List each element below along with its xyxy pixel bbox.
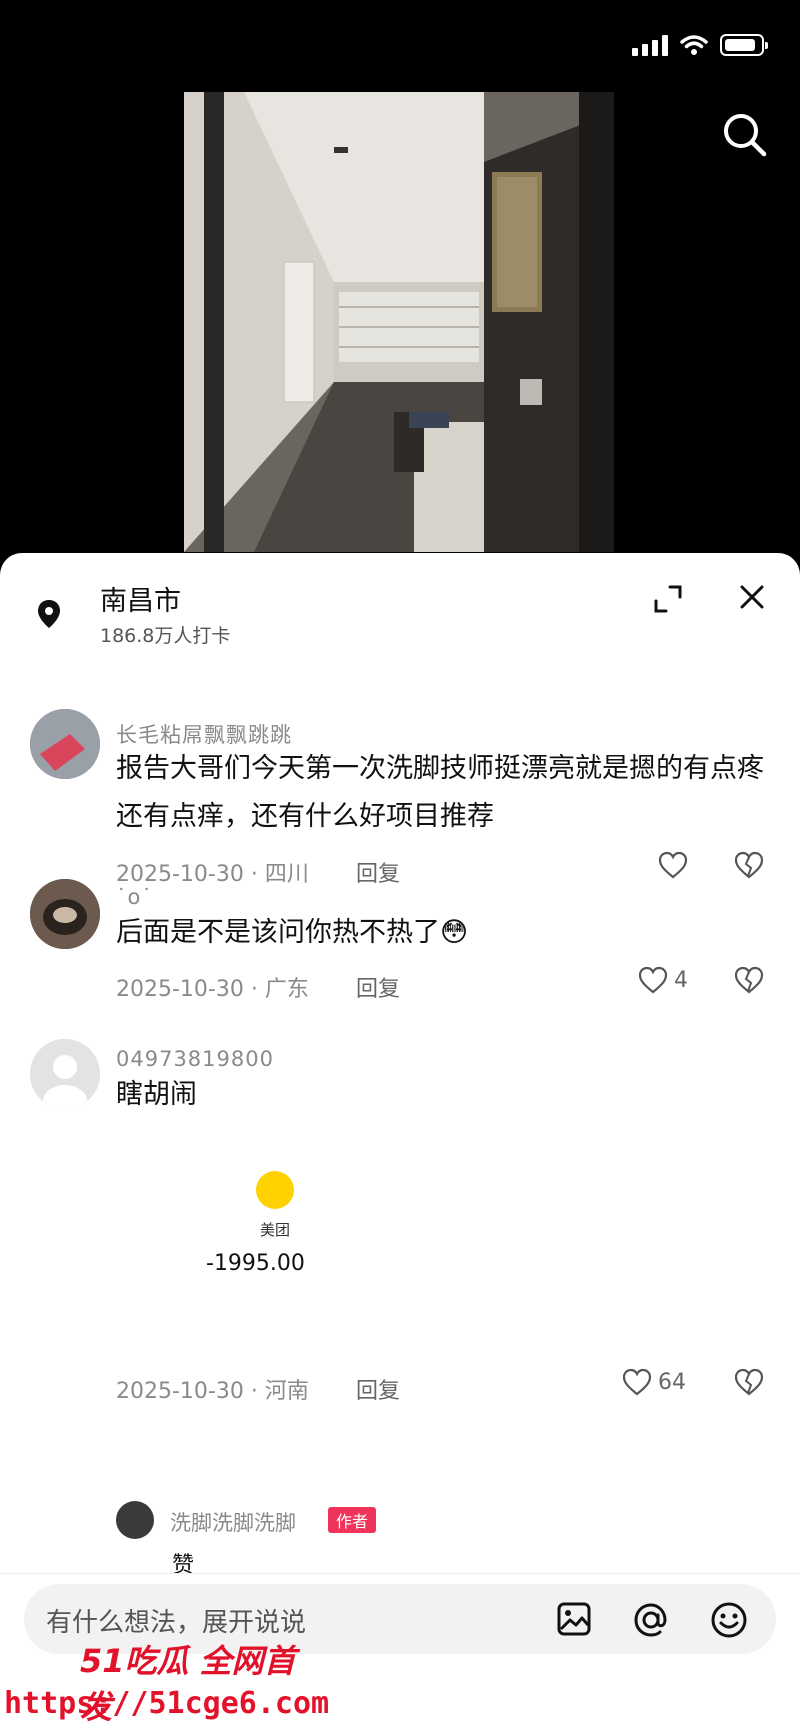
dislike-icon[interactable] — [734, 851, 764, 879]
watermark-url: https://51cge6.com — [4, 1686, 330, 1721]
emoji-icon[interactable] — [710, 1601, 748, 1639]
status-bar — [0, 0, 800, 90]
close-icon[interactable] — [736, 581, 768, 613]
signal-icon — [632, 34, 668, 56]
expand-icon[interactable] — [650, 581, 686, 617]
dislike-icon[interactable] — [734, 1368, 764, 1396]
reply-button[interactable]: 回复 — [356, 1373, 400, 1405]
comment-date-region: 2025-10-30 · 四川 — [116, 862, 309, 887]
heart-icon — [658, 851, 688, 879]
like-button[interactable]: 4 — [638, 966, 688, 994]
comment-input-placeholder: 有什么想法，展开说说 — [46, 1608, 307, 1638]
comment-text: 后面是不是该问你热不热了😳 — [116, 909, 776, 957]
receipt-merchant: 美团 — [259, 1221, 290, 1239]
comment-emoji: 😳 — [440, 917, 469, 948]
dislike-icon[interactable] — [734, 966, 764, 994]
comment-date-region: 2025-10-30 · 河南 — [116, 1379, 309, 1404]
like-button[interactable] — [658, 851, 694, 879]
sub-reply-username[interactable]: 洗脚洗脚洗脚 — [170, 1507, 296, 1537]
location-pin-icon — [38, 600, 60, 628]
reply-button[interactable]: 回复 — [356, 856, 400, 888]
comment-username[interactable]: 04973819800 — [116, 1047, 274, 1071]
receipt-app-logo — [256, 1171, 294, 1209]
sub-reply-avatar[interactable] — [116, 1501, 154, 1539]
heart-icon — [638, 966, 668, 994]
avatar[interactable] — [30, 879, 100, 949]
sub-reply-text: 赞 — [172, 1553, 195, 1578]
reply-button[interactable]: 回复 — [356, 971, 400, 1003]
comment-date-region: 2025-10-30 · 广东 — [116, 977, 309, 1002]
like-button[interactable]: 64 — [622, 1368, 686, 1396]
comment-sheet: 南昌市 186.8万人打卡 长毛粘屌飘飘跳跳 报告大哥们今天第一次洗脚技师挺漂亮… — [0, 553, 800, 1730]
divider — [0, 1573, 800, 1574]
like-count: 64 — [658, 1369, 686, 1395]
mention-icon[interactable] — [632, 1601, 670, 1639]
author-badge: 作者 — [328, 1507, 377, 1533]
location-title[interactable]: 南昌市 — [100, 579, 181, 618]
location-checkins: 186.8万人打卡 — [100, 625, 231, 647]
image-icon[interactable] — [556, 1601, 592, 1637]
wifi-icon — [680, 35, 708, 55]
comment-image-receipt[interactable]: 美团 -1995.00 — [116, 1133, 516, 1333]
battery-icon — [720, 34, 768, 56]
avatar[interactable] — [30, 1039, 100, 1109]
comment-text: 瞎胡闹 — [116, 1079, 197, 1110]
heart-icon — [622, 1368, 652, 1396]
comment-username[interactable]: ˙o˙ — [116, 885, 153, 909]
search-icon[interactable] — [718, 108, 772, 162]
receipt-amount: -1995.00 — [206, 1251, 305, 1276]
post-image[interactable] — [184, 92, 614, 552]
like-count: 4 — [674, 967, 688, 993]
comment-text: 报告大哥们今天第一次洗脚技师挺漂亮就是摁的有点疼还有点痒，还有什么好项目推荐 — [116, 753, 764, 832]
comment-text-content: 后面是不是该问你热不热了 — [116, 917, 440, 948]
avatar[interactable] — [30, 709, 100, 779]
